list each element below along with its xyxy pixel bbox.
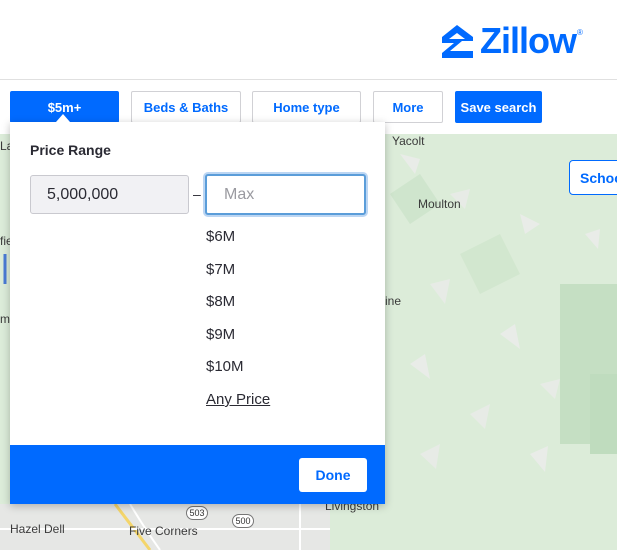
max-price-input[interactable]: Max xyxy=(205,174,366,215)
panel-footer: Done xyxy=(10,445,385,504)
map-label-yacolt: Yacolt xyxy=(392,134,425,148)
map-label-ine: ine xyxy=(385,294,402,308)
max-price-option[interactable]: $6M xyxy=(206,228,235,245)
range-separator: – xyxy=(193,186,201,202)
max-price-option[interactable]: $9M xyxy=(206,326,235,343)
max-price-option[interactable]: $10M xyxy=(206,358,244,375)
price-range-title: Price Range xyxy=(30,142,111,158)
schools-toggle-button[interactable]: Schoo xyxy=(569,160,617,195)
any-price-option[interactable]: Any Price xyxy=(206,391,270,408)
route-503-shield: 503 xyxy=(186,506,208,520)
brand-name: Zillow xyxy=(480,20,577,61)
more-filter-button[interactable]: More xyxy=(373,91,443,123)
min-price-input[interactable]: 5,000,000 xyxy=(30,175,189,214)
zillow-logo[interactable]: Zillow ® xyxy=(440,22,583,60)
route-500-shield: 500 xyxy=(232,514,254,528)
site-header: Zillow ® xyxy=(0,0,617,80)
map-label-hazel-dell: Hazel Dell xyxy=(10,522,65,536)
home-type-filter-button[interactable]: Home type xyxy=(252,91,361,123)
zillow-house-icon xyxy=(442,25,473,58)
done-button[interactable]: Done xyxy=(299,458,367,492)
beds-baths-filter-button[interactable]: Beds & Baths xyxy=(131,91,241,123)
max-price-option[interactable]: $8M xyxy=(206,293,235,310)
price-range-dropdown: Price Range 5,000,000 – Max $6M $7M $8M … xyxy=(10,122,385,504)
max-price-option[interactable]: $7M xyxy=(206,261,235,278)
save-search-button[interactable]: Save search xyxy=(455,91,542,123)
registered-mark: ® xyxy=(577,28,583,37)
map-label-moulton: Moulton xyxy=(418,197,461,211)
map-label-five-corners: Five Corners xyxy=(129,524,198,538)
dropdown-caret xyxy=(56,114,70,122)
